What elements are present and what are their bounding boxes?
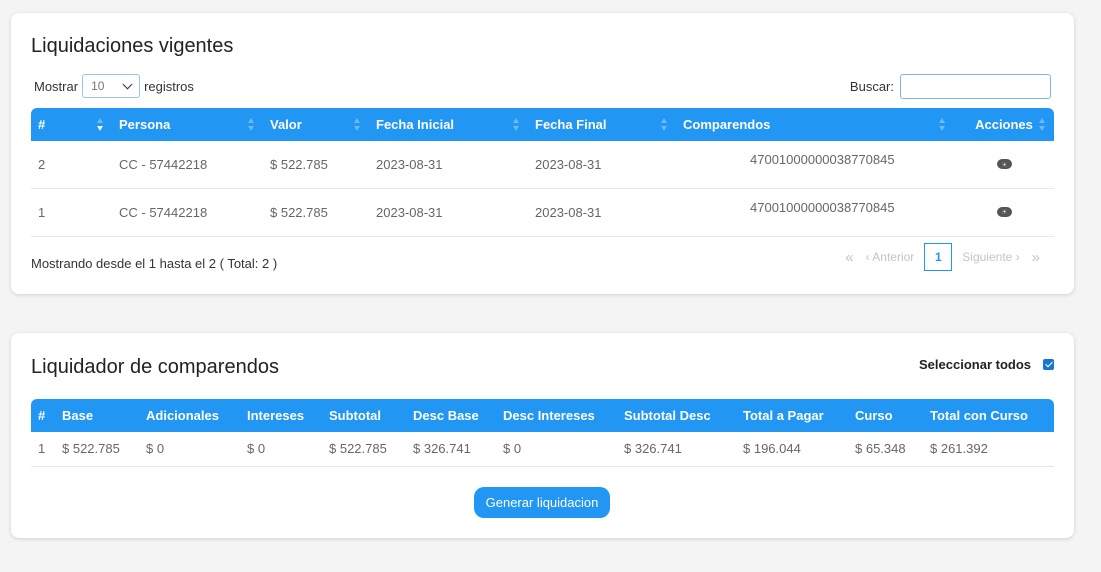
table-info: Mostrando desde el 1 hasta el 2 ( Total:…	[31, 256, 278, 271]
cell-fecha-inicial: 2023-08-31	[369, 188, 528, 237]
header-num-sort[interactable]	[61, 108, 112, 141]
generate-liquidation-button[interactable]: Generar liquidacion	[474, 487, 610, 518]
header-intereses: Intereses	[247, 408, 305, 423]
eye-icon[interactable]	[996, 206, 1012, 217]
cell-subtotal: $ 522.785	[322, 432, 406, 467]
next-page-button[interactable]: Siguiente ›	[962, 250, 1019, 264]
cell-subtotal-desc: $ 326.741	[617, 432, 736, 467]
header-valor[interactable]: Valor	[263, 108, 369, 141]
cell-comparendos: 47001000000038770845	[676, 141, 954, 189]
cell-total-a-pagar: $ 196.044	[736, 432, 848, 467]
liquidador-card: Liquidador de comparendos Seleccionar to…	[11, 333, 1074, 538]
table-row: 2 CC - 57442218 $ 522.785 2023-08-31 202…	[31, 141, 1054, 189]
length-control: Mostrar 10 registros	[34, 74, 194, 98]
sort-icon	[1039, 118, 1046, 131]
header-acciones-label: Acciones	[975, 117, 1033, 132]
cell-intereses: $ 0	[240, 432, 322, 467]
header-base: Base	[62, 408, 94, 423]
cell-base: $ 522.785	[55, 432, 139, 467]
header-desc-intereses: Desc Intereses	[503, 408, 595, 423]
table-header-row: # Persona Valor Fecha Inicial Fecha Fina…	[31, 108, 1054, 141]
sort-icon	[939, 118, 946, 131]
header-desc-base: Desc Base	[413, 408, 479, 423]
liquidador-table: # Base Adicionales Intereses Subtotal De…	[31, 399, 1054, 467]
header-num[interactable]: #	[31, 108, 61, 141]
header-adicionales: Adicionales	[146, 408, 219, 423]
cell-num: 2	[31, 141, 61, 189]
search-control: Buscar:	[850, 74, 1051, 99]
pagination: « ‹ Anterior 1 Siguiente › »	[839, 243, 1046, 271]
header-num: #	[38, 408, 46, 423]
sort-icon	[513, 118, 520, 131]
last-page-button[interactable]: »	[1032, 249, 1040, 266]
header-comparendos[interactable]: Comparendos	[676, 108, 954, 141]
prev-page-button[interactable]: ‹ Anterior	[866, 250, 915, 264]
cell-comparendos: 47001000000038770845	[676, 188, 954, 237]
page-1-button[interactable]: 1	[924, 243, 953, 271]
header-acciones[interactable]: Acciones	[954, 108, 1054, 141]
show-label: Mostrar	[34, 78, 79, 94]
header-total-a-pagar: Total a Pagar	[743, 408, 824, 423]
select-all-checkbox[interactable]	[1043, 359, 1054, 370]
header-persona-label: Persona	[119, 117, 171, 132]
select-all-label: Seleccionar todos	[919, 357, 1031, 372]
header-valor-label: Valor	[270, 117, 302, 132]
table-row: 1 CC - 57442218 $ 522.785 2023-08-31 202…	[31, 188, 1054, 237]
cell-persona: CC - 57442218	[112, 188, 263, 237]
sort-icon	[97, 118, 104, 131]
cell-valor: $ 522.785	[263, 141, 369, 189]
eye-icon[interactable]	[996, 159, 1012, 169]
sort-icon	[354, 118, 361, 131]
liquidaciones-table: # Persona Valor Fecha Inicial Fecha Fina…	[31, 108, 1054, 237]
cell-num: 1	[31, 188, 61, 237]
records-label: registros	[144, 78, 194, 94]
cell-persona: CC - 57442218	[112, 141, 263, 189]
cell-acciones	[954, 188, 1054, 237]
header-subtotal: Subtotal	[329, 408, 381, 423]
table-row: 1 $ 522.785 $ 0 $ 0 $ 522.785 $ 326.741 …	[31, 432, 1054, 467]
search-label: Buscar:	[849, 79, 894, 94]
cell-curso: $ 65.348	[848, 432, 923, 467]
table-header-row: # Base Adicionales Intereses Subtotal De…	[31, 399, 1054, 432]
sort-icon	[661, 118, 668, 131]
search-input[interactable]	[900, 74, 1051, 99]
cell-adicionales: $ 0	[139, 432, 240, 467]
cell-num: 1	[31, 432, 55, 467]
header-fecha-final[interactable]: Fecha Final	[528, 108, 676, 141]
sort-icon	[248, 118, 255, 131]
chevron-down-icon	[122, 79, 133, 89]
cell-fecha-inicial: 2023-08-31	[369, 141, 528, 189]
select-all-control[interactable]: Seleccionar todos	[919, 357, 1054, 372]
header-fecha-inicial[interactable]: Fecha Inicial	[369, 108, 528, 141]
cell-total-con-curso: $ 261.392	[923, 432, 1054, 467]
liquidador-title: Liquidador de comparendos	[31, 356, 279, 378]
header-persona[interactable]: Persona	[112, 108, 263, 141]
header-fecha-inicial-label: Fecha Inicial	[376, 117, 455, 132]
liquidaciones-title: Liquidaciones vigentes	[31, 35, 234, 57]
length-value: 10	[91, 79, 105, 93]
header-total-con-curso: Total con Curso	[930, 408, 1028, 423]
cell-fecha-final: 2023-08-31	[528, 141, 676, 189]
length-select[interactable]: 10	[82, 74, 141, 98]
cell-valor: $ 522.785	[263, 188, 369, 237]
header-curso: Curso	[855, 408, 893, 423]
header-fecha-final-label: Fecha Final	[535, 117, 607, 132]
first-page-button[interactable]: «	[845, 249, 853, 266]
header-subtotal-desc: Subtotal Desc	[624, 408, 711, 423]
cell-acciones	[954, 141, 1054, 189]
liquidaciones-card: Liquidaciones vigentes Mostrar 10 regist…	[11, 13, 1074, 294]
header-comparendos-label: Comparendos	[683, 117, 771, 132]
cell-desc-intereses: $ 0	[496, 432, 617, 467]
cell-fecha-final: 2023-08-31	[528, 188, 676, 237]
cell-desc-base: $ 326.741	[406, 432, 496, 467]
